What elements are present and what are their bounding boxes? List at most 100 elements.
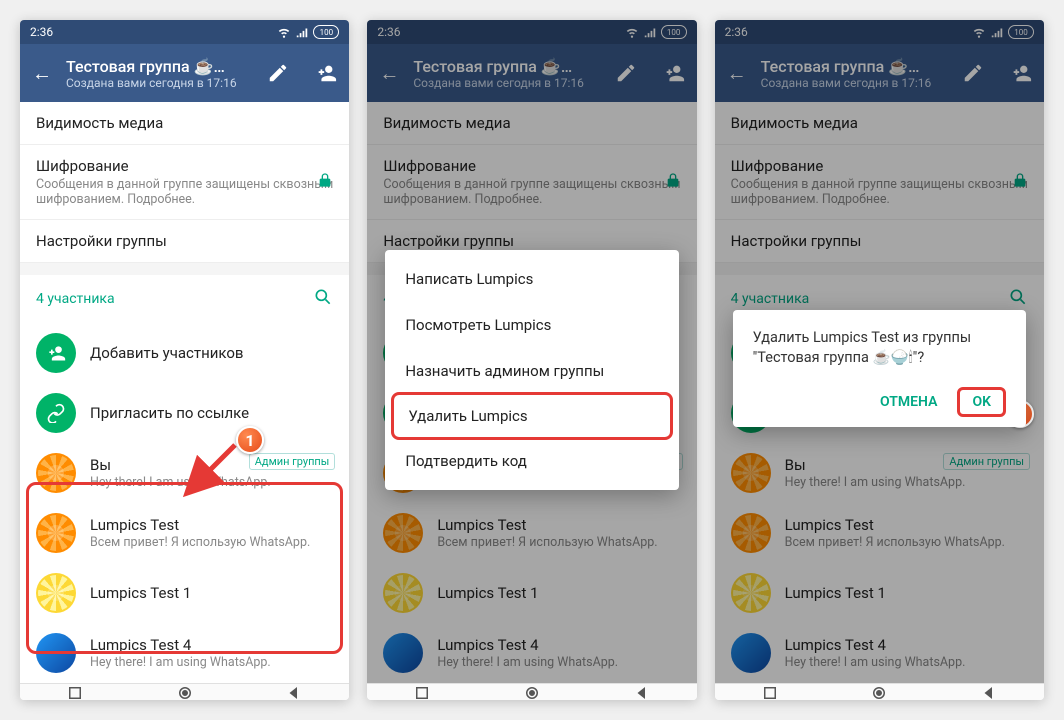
status-icons: 100 (277, 25, 339, 39)
avatar-orange (731, 453, 771, 493)
phone-screen-2: 2:36 100 ← Тестовая группа ☕… Создана ва… (367, 20, 696, 700)
row-group-settings[interactable]: Настройки группы (20, 220, 349, 263)
ctx-confirm-code[interactable]: Подтвердить код (385, 438, 678, 484)
nav-home-icon[interactable] (523, 684, 541, 700)
member-lumpics-test-4[interactable]: Lumpics Test 4Hey there! I am using What… (367, 623, 696, 683)
group-subtitle: Создана вами сегодня в 17:16 (761, 76, 936, 90)
signal-icon (295, 25, 309, 39)
status-icons: 100 (625, 25, 687, 39)
edit-icon[interactable] (267, 62, 289, 84)
search-icon[interactable] (313, 287, 333, 311)
member-you[interactable]: Вы Hey there! I am using WhatsApp. Админ… (20, 443, 349, 503)
step-badge-1: 1 (236, 426, 264, 454)
ctx-make-admin[interactable]: Назначить админом группы (385, 348, 678, 394)
row-media-visibility[interactable]: Видимость медиа (20, 102, 349, 145)
ctx-remove[interactable]: Удалить Lumpics (391, 392, 672, 440)
add-person-icon[interactable] (315, 62, 337, 84)
back-icon[interactable]: ← (379, 61, 399, 86)
row-encryption[interactable]: Шифрование Сообщения в данной группе защ… (20, 145, 349, 220)
avatar-orange (36, 453, 76, 493)
phone-screen-3: 2:36 100 ← Тестовая группа ☕… Создана ва… (715, 20, 1044, 700)
row-media-visibility[interactable]: Видимость медиа (367, 102, 696, 145)
member-lumpics-test[interactable]: Lumpics TestВсем привет! Я использую Wha… (367, 503, 696, 563)
row-group-settings[interactable]: Настройки группы (715, 220, 1044, 263)
avatar-orange (36, 513, 76, 553)
group-subtitle: Создана вами сегодня в 17:16 (66, 76, 241, 90)
wifi-icon (625, 25, 639, 39)
ctx-view[interactable]: Посмотреть Lumpics (385, 302, 678, 348)
row-encryption[interactable]: Шифрование Сообщения в данной группе защ… (367, 145, 696, 220)
avatar-blue (36, 633, 76, 673)
member-lumpics-test-1[interactable]: Lumpics Test 1 (715, 563, 1044, 623)
member-lumpics-test-1[interactable]: Lumpics Test 1 (367, 563, 696, 623)
admin-badge: Админ группы (249, 453, 336, 470)
signal-icon (643, 25, 657, 39)
row-add-members[interactable]: Добавить участников (20, 323, 349, 383)
avatar-blue (731, 633, 771, 673)
battery-icon: 100 (313, 25, 339, 39)
nav-back-icon[interactable] (980, 684, 998, 700)
ok-button[interactable]: OK (957, 387, 1006, 417)
nav-home-icon[interactable] (176, 684, 194, 700)
group-subtitle: Создана вами сегодня в 17:16 (413, 76, 588, 90)
lock-icon (1012, 172, 1028, 192)
add-icon (36, 333, 76, 373)
app-header: ← Тестовая группа ☕… Создана вами сегодн… (20, 44, 349, 102)
member-you[interactable]: ВыHey there! I am using WhatsApp.Админ г… (715, 443, 1044, 503)
avatar-orange (383, 513, 423, 553)
group-title: Тестовая группа ☕… (761, 57, 936, 76)
status-bar: 2:36 100 (367, 20, 696, 44)
status-time: 2:36 (377, 25, 400, 39)
group-title: Тестовая группа ☕… (66, 57, 241, 76)
member-lumpics-test-4[interactable]: Lumpics Test 4 Hey there! I am using Wha… (20, 623, 349, 683)
back-icon[interactable]: ← (727, 61, 747, 86)
battery-icon: 100 (661, 25, 687, 39)
nav-back-icon[interactable] (633, 684, 651, 700)
back-icon[interactable]: ← (32, 61, 52, 86)
status-bar: 2:36 100 (715, 20, 1044, 44)
member-lumpics-test-1[interactable]: Lumpics Test 1 (20, 563, 349, 623)
nav-recent-icon[interactable] (761, 684, 779, 700)
nav-recent-icon[interactable] (66, 684, 84, 700)
avatar-blue (383, 633, 423, 673)
android-navbar (20, 683, 349, 700)
member-lumpics-test-4[interactable]: Lumpics Test 4Hey there! I am using What… (715, 623, 1044, 683)
app-header: ← Тестовая группа ☕… Создана вами сегодн… (367, 44, 696, 102)
link-icon (36, 393, 76, 433)
confirm-dialog: Удалить Lumpics Test из группы "Тестовая… (733, 310, 1026, 427)
add-person-icon[interactable] (1010, 62, 1032, 84)
android-navbar (715, 683, 1044, 700)
row-invite-link[interactable]: Пригласить по ссылке (20, 383, 349, 443)
lock-icon (317, 172, 333, 192)
section-gap (715, 263, 1044, 275)
ctx-write[interactable]: Написать Lumpics (385, 256, 678, 302)
signal-icon (990, 25, 1004, 39)
status-time: 2:36 (30, 25, 53, 39)
nav-home-icon[interactable] (870, 684, 888, 700)
nav-recent-icon[interactable] (413, 684, 431, 700)
cancel-button[interactable]: ОТМЕНА (870, 388, 947, 416)
member-lumpics-test[interactable]: Lumpics TestВсем привет! Я использую Wha… (715, 503, 1044, 563)
status-icons: 100 (972, 25, 1034, 39)
status-time: 2:36 (725, 25, 748, 39)
wifi-icon (972, 25, 986, 39)
avatar-orange (731, 513, 771, 553)
phone-screen-1: 2:36 100 ← Тестовая группа ☕… Создана ва… (20, 20, 349, 700)
nav-back-icon[interactable] (285, 684, 303, 700)
avatar-yellow (36, 573, 76, 613)
row-media-visibility[interactable]: Видимость медиа (715, 102, 1044, 145)
row-encryption[interactable]: Шифрование Сообщения в данной группе защ… (715, 145, 1044, 220)
context-menu: Написать Lumpics Посмотреть Lumpics Назн… (385, 250, 678, 490)
members-count: 4 участника (36, 291, 115, 307)
search-icon[interactable] (1008, 287, 1028, 311)
member-lumpics-test[interactable]: Lumpics Test Всем привет! Я использую Wh… (20, 503, 349, 563)
lock-icon (665, 172, 681, 192)
status-bar: 2:36 100 (20, 20, 349, 44)
avatar-yellow (731, 573, 771, 613)
edit-icon[interactable] (962, 62, 984, 84)
battery-icon: 100 (1008, 25, 1034, 39)
app-header: ← Тестовая группа ☕… Создана вами сегодн… (715, 44, 1044, 102)
edit-icon[interactable] (615, 62, 637, 84)
add-person-icon[interactable] (663, 62, 685, 84)
android-navbar (367, 683, 696, 700)
